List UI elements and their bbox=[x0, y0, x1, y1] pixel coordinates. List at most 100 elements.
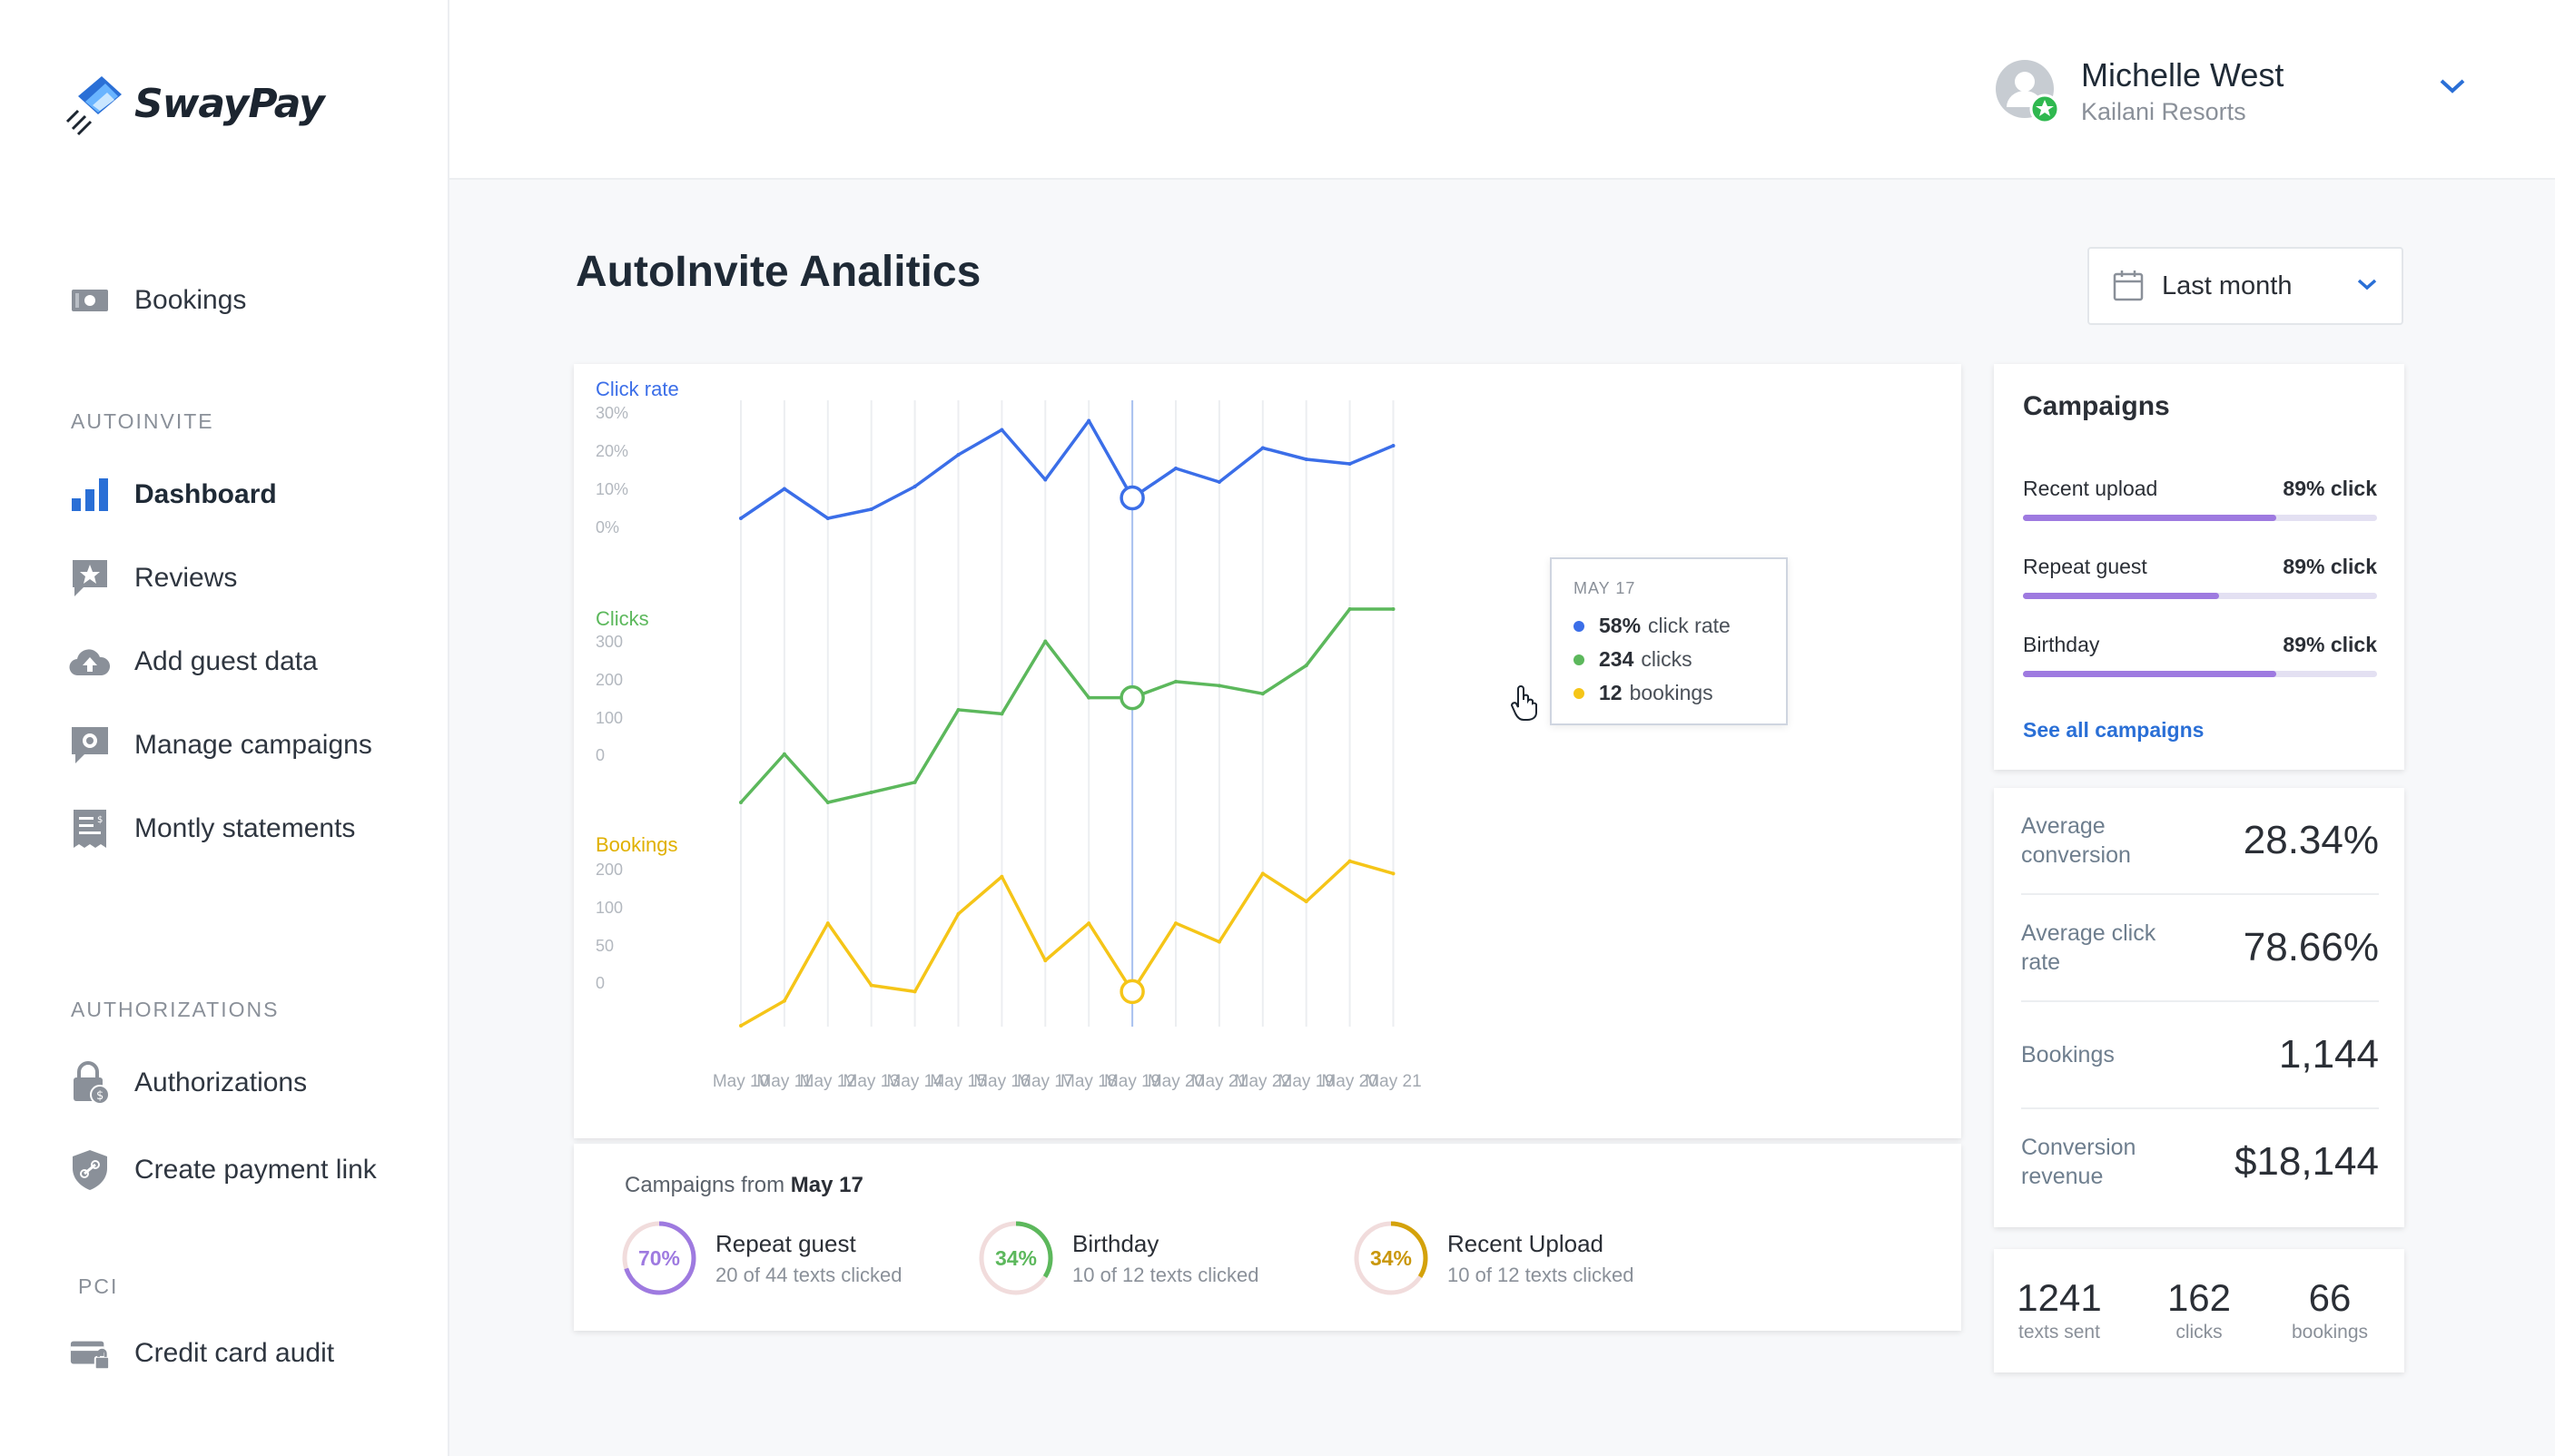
stat-label: Average conversion bbox=[2021, 813, 2131, 868]
stat-value: 78.66% bbox=[2243, 925, 2379, 969]
sidebar-item-label: Reviews bbox=[134, 563, 238, 593]
y-tick-label: 50 bbox=[596, 937, 614, 955]
count-label: texts sent bbox=[2018, 1322, 2100, 1343]
campaign-row-birthday[interactable]: Birthday 89% click bbox=[2023, 633, 2377, 677]
sidebar-item-create-payment-link[interactable]: Create payment link bbox=[69, 1149, 377, 1191]
data-point bbox=[1347, 859, 1352, 863]
series-dot bbox=[1573, 654, 1584, 665]
analytics-line-chart[interactable]: Click rate 30% 20% 10% 0% Clicks 300 200 100 0 Boo… bbox=[574, 364, 1961, 1138]
sidebar-item-authorizations[interactable]: $ Authorizations bbox=[69, 1061, 307, 1105]
section-label-autoinvite: AUTOINVITE bbox=[71, 409, 214, 433]
section-label-authorizations: AUTHORIZATIONS bbox=[71, 998, 280, 1021]
data-point bbox=[1217, 940, 1221, 944]
y-tick-label: 20% bbox=[596, 442, 628, 460]
campaign-summary-repeat-guest[interactable]: 70% Repeat guest 20 of 44 texts clicked bbox=[621, 1220, 902, 1296]
campaign-row-repeat-guest[interactable]: Repeat guest 89% click bbox=[2023, 555, 2377, 599]
data-point bbox=[869, 983, 873, 988]
data-point bbox=[739, 1024, 743, 1028]
stat-value: $18,144 bbox=[2234, 1139, 2379, 1184]
sidebar-item-label: Montly statements bbox=[134, 813, 356, 843]
calendar-icon bbox=[2113, 271, 2144, 301]
stat-value: 1,144 bbox=[2278, 1032, 2379, 1077]
data-point bbox=[739, 801, 743, 804]
app-logo[interactable]: SwayPay bbox=[65, 71, 325, 136]
tooltip-label: bookings bbox=[1629, 681, 1713, 704]
sidebar-item-label: Create payment link bbox=[134, 1155, 377, 1185]
count-label: clicks bbox=[2175, 1322, 2223, 1343]
panel-title: Bookings bbox=[596, 833, 678, 856]
campaign-subtitle: 10 of 12 texts clicked bbox=[1447, 1263, 1634, 1286]
campaign-summary-birthday[interactable]: 34% Birthday 10 of 12 texts clicked bbox=[978, 1220, 1258, 1296]
count-value: 1241 bbox=[2017, 1276, 2102, 1319]
x-tick-label: May 21 bbox=[1365, 1072, 1421, 1091]
tooltip-value: 234 bbox=[1599, 647, 1634, 671]
progress-ring: 34% bbox=[1353, 1220, 1429, 1296]
panel-title: Click rate bbox=[596, 378, 679, 400]
sidebar-item-label: Dashboard bbox=[134, 479, 277, 509]
count-bookings: 66 bookings bbox=[2266, 1276, 2393, 1343]
data-point bbox=[1304, 457, 1308, 461]
stat-bookings: Bookings 1,144 bbox=[2021, 1002, 2379, 1109]
tooltip-label: click rate bbox=[1648, 614, 1731, 637]
y-tick-label: 200 bbox=[596, 861, 623, 879]
user-name: Michelle West bbox=[2081, 56, 2284, 93]
svg-text:$: $ bbox=[97, 815, 103, 825]
tooltip-row-click-rate: 58% click rate bbox=[1573, 609, 1764, 643]
sidebar-item-dashboard[interactable]: Dashboard bbox=[69, 474, 277, 516]
chart-tooltip: MAY 17 58% click rate 234 clicks 12 book… bbox=[1550, 557, 1788, 725]
data-point bbox=[1043, 959, 1048, 963]
campaign-subtitle: 10 of 12 texts clicked bbox=[1072, 1263, 1259, 1286]
user-organization: Kailani Resorts bbox=[2081, 98, 2246, 125]
sidebar-item-bookings[interactable]: Bookings bbox=[69, 280, 246, 321]
campaign-row-value: 89% click bbox=[2283, 633, 2377, 656]
data-point bbox=[912, 780, 917, 784]
stat-value: 28.34% bbox=[2243, 818, 2379, 862]
campaign-summary-recent-upload[interactable]: 34% Recent Upload 10 of 12 texts clicked bbox=[1353, 1220, 1633, 1296]
tooltip-value: 58% bbox=[1599, 614, 1642, 637]
stats-card: Average conversion 28.34% Average click … bbox=[1994, 788, 2404, 1227]
data-point bbox=[1391, 444, 1396, 448]
progress-ring-label: 34% bbox=[994, 1245, 1038, 1270]
campaigns-from-date: May 17 bbox=[790, 1173, 863, 1197]
date-range-value: Last month bbox=[2162, 271, 2293, 300]
chart-series-lines bbox=[739, 418, 1396, 1028]
campaigns-card: Campaigns Recent upload 89% click Repeat… bbox=[1994, 364, 2404, 770]
see-all-campaigns-link[interactable]: See all campaigns bbox=[2023, 718, 2204, 743]
series-dot bbox=[1573, 687, 1584, 699]
sidebar-item-monthly-statements[interactable]: $ Montly statements bbox=[69, 808, 355, 850]
review-star-icon bbox=[69, 557, 111, 599]
sidebar-item-label: Credit card audit bbox=[134, 1338, 335, 1368]
data-point bbox=[956, 453, 961, 457]
chevron-down-icon[interactable] bbox=[2439, 78, 2466, 94]
sidebar-item-add-guest-data[interactable]: Add guest data bbox=[69, 641, 318, 683]
tooltip-value: 12 bbox=[1599, 681, 1623, 704]
campaign-row-label: Birthday bbox=[2023, 633, 2100, 656]
y-tick-label: 300 bbox=[596, 633, 623, 651]
campaign-row-recent-upload[interactable]: Recent upload 89% click bbox=[2023, 477, 2377, 521]
count-value: 66 bbox=[2308, 1276, 2352, 1319]
campaign-progress-fill bbox=[2023, 671, 2276, 677]
sidebar-item-manage-campaigns[interactable]: Manage campaigns bbox=[69, 724, 372, 766]
card-lock-icon bbox=[69, 1333, 111, 1374]
data-point bbox=[1043, 639, 1048, 644]
tooltip-date: MAY 17 bbox=[1573, 579, 1636, 597]
campaign-progress-fill bbox=[2023, 515, 2276, 521]
campaign-row-label: Recent upload bbox=[2023, 477, 2158, 500]
shield-link-icon bbox=[69, 1149, 111, 1191]
progress-ring: 34% bbox=[978, 1220, 1054, 1296]
progress-ring-label: 34% bbox=[1369, 1245, 1413, 1270]
data-point bbox=[739, 516, 743, 520]
user-menu[interactable]: Michelle West Kailani Resorts bbox=[1994, 56, 2284, 126]
sidebar-item-reviews[interactable]: Reviews bbox=[69, 557, 237, 599]
count-value: 162 bbox=[2166, 1276, 2232, 1319]
chart-gridlines bbox=[740, 400, 1395, 1027]
y-tick-label: 100 bbox=[596, 709, 623, 727]
data-point bbox=[869, 790, 873, 794]
date-range-select[interactable]: Last month bbox=[2087, 247, 2403, 325]
tooltip-row-clicks: 234 clicks bbox=[1573, 643, 1764, 676]
data-point bbox=[782, 487, 786, 491]
progress-ring: 70% bbox=[621, 1220, 697, 1296]
campaign-row-label: Repeat guest bbox=[2023, 555, 2147, 578]
sidebar-item-credit-card-audit[interactable]: Credit card audit bbox=[69, 1333, 334, 1374]
receipt-icon: $ bbox=[69, 808, 111, 850]
